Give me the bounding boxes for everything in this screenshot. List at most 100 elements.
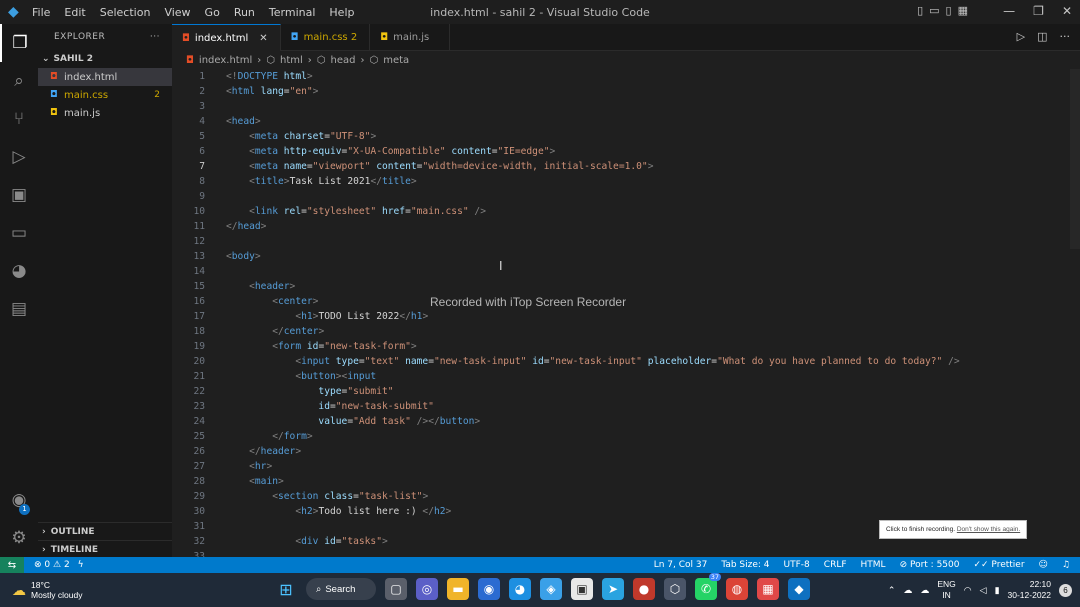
clock[interactable]: 22:10 30-12-2022 bbox=[1008, 579, 1051, 601]
code-line[interactable]: 17 <h1>TODO List 2022</h1> bbox=[172, 309, 1072, 324]
code-line[interactable]: 1 <!DOCTYPE html> bbox=[172, 69, 1072, 84]
vscode-taskbar-icon[interactable]: ◆ bbox=[788, 578, 810, 600]
edge-browser-icon[interactable]: ◕ bbox=[509, 578, 531, 600]
lightning-icon[interactable]: ϟ bbox=[78, 560, 84, 570]
volume-icon[interactable]: ◁ bbox=[980, 585, 987, 596]
more-actions-icon[interactable]: ··· bbox=[1060, 30, 1071, 43]
menu-view[interactable]: View bbox=[164, 6, 190, 19]
minimize-icon[interactable]: — bbox=[1003, 4, 1015, 18]
account-icon[interactable]: ◉ 1 bbox=[0, 481, 38, 519]
code-line[interactable]: 27 <hr> bbox=[172, 459, 1072, 474]
taskbar-search[interactable]: ⌕ Search bbox=[306, 578, 376, 600]
code-line[interactable]: 25 </form> bbox=[172, 429, 1072, 444]
file-main-js[interactable]: ◘ main.js bbox=[38, 104, 172, 122]
close-window-icon[interactable]: ✕ bbox=[1062, 4, 1072, 18]
code-line[interactable]: 2 <html lang="en"> bbox=[172, 84, 1072, 99]
menu-help[interactable]: Help bbox=[329, 6, 354, 19]
close-icon[interactable]: ✕ bbox=[259, 33, 267, 44]
teams-icon[interactable]: ◎ bbox=[416, 578, 438, 600]
dell-app-icon[interactable]: ◉ bbox=[478, 578, 500, 600]
code-line[interactable]: 12 bbox=[172, 234, 1072, 249]
code-line[interactable]: 15 <header> bbox=[172, 279, 1072, 294]
code-line[interactable]: 33 bbox=[172, 549, 1072, 557]
notification-badge[interactable]: 6 bbox=[1059, 583, 1072, 597]
timeline-section[interactable]: › TIMELINE bbox=[38, 540, 172, 558]
split-editor-icon[interactable]: ◫ bbox=[1037, 30, 1047, 43]
language-indicator[interactable]: ENG IN bbox=[937, 579, 955, 601]
run-debug-icon[interactable]: ▷ bbox=[0, 138, 38, 176]
code-line[interactable]: 9 bbox=[172, 189, 1072, 204]
tab-main-js[interactable]: ◘ main.js bbox=[370, 24, 451, 51]
breadcrumb-item[interactable]: meta bbox=[383, 55, 409, 66]
code-line[interactable]: 24 value="Add task" /></button> bbox=[172, 414, 1072, 429]
battery-icon[interactable]: ▮ bbox=[995, 585, 1000, 596]
breadcrumb-item[interactable]: head bbox=[331, 55, 356, 66]
tab-main-css[interactable]: ◘ main.css 2 bbox=[281, 24, 371, 51]
code-line[interactable]: 20 <input type="text" name="new-task-inp… bbox=[172, 354, 1072, 369]
search-icon[interactable]: ⌕ bbox=[0, 62, 38, 100]
code-line[interactable]: 3 bbox=[172, 99, 1072, 114]
menu-terminal[interactable]: Terminal bbox=[269, 6, 316, 19]
code-line[interactable]: 19 <form id="new-task-form"> bbox=[172, 339, 1072, 354]
file-index-html[interactable]: ◘ index.html bbox=[38, 68, 172, 86]
source-control-icon[interactable]: ⑂ bbox=[0, 100, 38, 138]
feedback-icon[interactable]: ☺ bbox=[1039, 560, 1048, 570]
code-line[interactable]: 32 <div id="tasks"> bbox=[172, 534, 1072, 549]
whatsapp-icon[interactable]: ✆ 37 bbox=[695, 573, 721, 600]
file-main-css[interactable]: ◘ main.css 2 bbox=[38, 86, 172, 104]
menu-selection[interactable]: Selection bbox=[100, 6, 151, 19]
chrome-icon[interactable]: ◍ bbox=[726, 578, 748, 600]
encoding[interactable]: UTF-8 bbox=[784, 560, 810, 570]
remote-explorer-icon[interactable]: ▭ bbox=[0, 214, 38, 252]
gear-icon[interactable]: ⚙ bbox=[0, 519, 38, 557]
chevron-up-icon[interactable]: ⌃ bbox=[888, 585, 896, 596]
office-app-icon[interactable]: ▦ bbox=[757, 578, 779, 600]
code-line[interactable]: 11 </head> bbox=[172, 219, 1072, 234]
code-line[interactable]: 26 </header> bbox=[172, 444, 1072, 459]
prettier-status[interactable]: ✓✓ Prettier bbox=[973, 560, 1024, 570]
virtualbox-icon[interactable]: ⬡ bbox=[664, 578, 686, 600]
code-line[interactable]: 18 </center> bbox=[172, 324, 1072, 339]
remote-indicator-icon[interactable]: ⇆ bbox=[0, 557, 24, 573]
notebook-icon[interactable]: ▤ bbox=[0, 290, 38, 328]
menu-go[interactable]: Go bbox=[205, 6, 220, 19]
code-line[interactable]: 10 <link rel="stylesheet" href="main.css… bbox=[172, 204, 1072, 219]
code-line[interactable]: 7 <meta name="viewport" content="width=d… bbox=[172, 159, 1072, 174]
folder-sahil-2[interactable]: ⌄ SAHIL 2 bbox=[38, 50, 172, 68]
telegram-icon[interactable]: ➤ bbox=[602, 578, 624, 600]
more-actions-icon[interactable]: ··· bbox=[150, 32, 160, 42]
code-line[interactable]: 5 <meta charset="UTF-8"> bbox=[172, 129, 1072, 144]
tab-index-html[interactable]: ◘ index.html ✕ bbox=[172, 24, 281, 51]
toggle-sidebar-icon[interactable]: ▯ bbox=[917, 4, 923, 17]
screen-recorder-icon[interactable]: ● bbox=[633, 578, 655, 600]
customize-layout-icon[interactable]: ▦ bbox=[958, 4, 968, 17]
code-line[interactable]: 13 <body> bbox=[172, 249, 1072, 264]
code-line[interactable]: 23 id="new-task-submit" bbox=[172, 399, 1072, 414]
code-line[interactable]: 8 <title>Task List 2021</title> bbox=[172, 174, 1072, 189]
menu-edit[interactable]: Edit bbox=[64, 6, 85, 19]
toggle-panel-icon[interactable]: ▭ bbox=[929, 4, 939, 17]
code-editor[interactable]: Recorded with iTop Screen Recorder I Cli… bbox=[172, 69, 1080, 557]
onedrive-icon[interactable]: ☁ bbox=[903, 585, 912, 596]
explorer-icon[interactable]: ❐ bbox=[0, 24, 38, 62]
windows-start-icon[interactable]: ⊞ bbox=[275, 578, 297, 600]
task-view-icon[interactable]: ▢ bbox=[385, 578, 407, 600]
code-line[interactable]: 30 <h2>Todo list here :) </h2> bbox=[172, 504, 1072, 519]
toggle-secondary-sidebar-icon[interactable]: ▯ bbox=[946, 4, 952, 17]
code-line[interactable]: 6 <meta http-equiv="X-UA-Compatible" con… bbox=[172, 144, 1072, 159]
breadcrumb-item[interactable]: html bbox=[280, 55, 303, 66]
tab-size[interactable]: Tab Size: 4 bbox=[721, 560, 769, 570]
code-line[interactable]: 14 bbox=[172, 264, 1072, 279]
line-ending[interactable]: CRLF bbox=[824, 560, 847, 570]
notifications-bell-icon[interactable]: ♫ bbox=[1062, 560, 1070, 570]
ms-store-icon[interactable]: ◈ bbox=[540, 578, 562, 600]
menu-file[interactable]: File bbox=[32, 6, 50, 19]
run-icon[interactable]: ▷ bbox=[1017, 30, 1025, 43]
cursor-position[interactable]: Ln 7, Col 37 bbox=[654, 560, 708, 570]
code-line[interactable]: 28 <main> bbox=[172, 474, 1072, 489]
edge-icon[interactable]: ◕ bbox=[0, 252, 38, 290]
store-bag-icon[interactable]: ▣ bbox=[571, 578, 593, 600]
wifi-icon[interactable]: ◠ bbox=[964, 585, 972, 596]
code-line[interactable]: 16 <center> bbox=[172, 294, 1072, 309]
maximize-icon[interactable]: ❐ bbox=[1033, 4, 1044, 18]
